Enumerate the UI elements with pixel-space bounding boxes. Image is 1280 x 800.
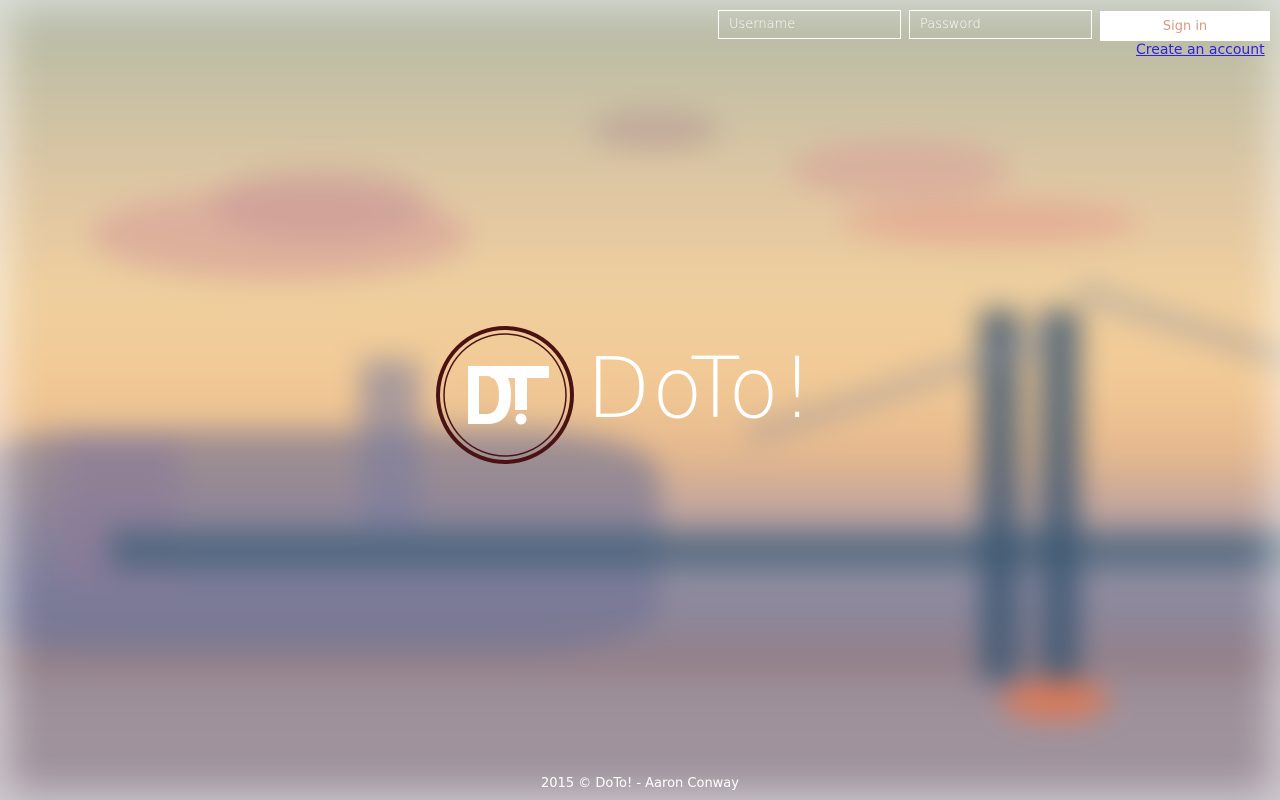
create-account-link[interactable]: Create an account <box>1136 42 1265 58</box>
footer-copyright: 2015 © DoTo! - Aaron Conway <box>541 776 739 791</box>
sign-in-button[interactable]: Sign in <box>1100 11 1270 41</box>
app-title: DoTo! <box>586 339 815 437</box>
doto-logo-icon <box>436 326 574 464</box>
username-input[interactable] <box>718 10 901 39</box>
landing-page: Sign in Create an account DoTo! 2015 © D… <box>0 0 1280 800</box>
password-input[interactable] <box>909 10 1092 39</box>
